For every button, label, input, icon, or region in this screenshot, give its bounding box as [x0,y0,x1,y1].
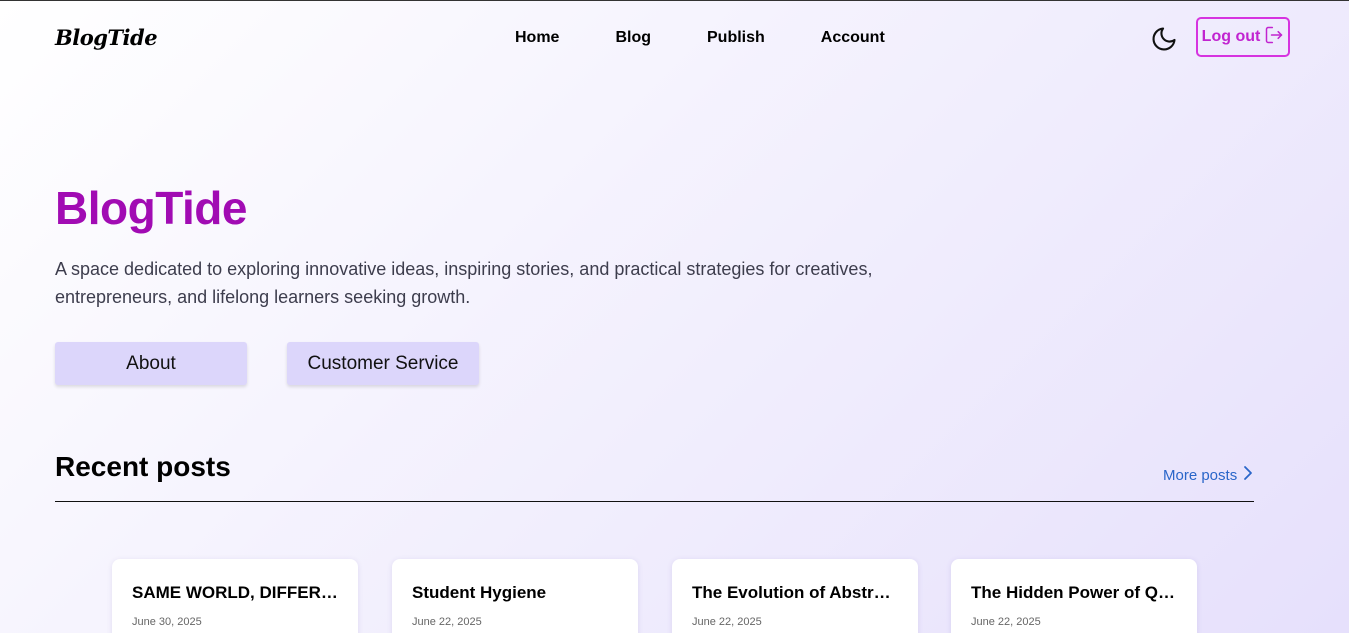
post-card[interactable]: Student Hygiene June 22, 2025 [392,559,638,633]
more-posts-link[interactable]: More posts [1163,465,1253,485]
more-posts-label: More posts [1163,466,1238,484]
post-date: June 22, 2025 [412,616,482,628]
site-logo[interactable]: BlogTide [55,25,158,50]
recent-posts-heading: Recent posts [55,451,231,482]
nav-blog-link[interactable]: Blog [615,29,651,47]
post-date: June 22, 2025 [692,616,762,628]
post-title: The Hidden Power of Quan... [971,583,1177,602]
section-divider [55,501,1254,502]
logout-button[interactable]: Log out [1196,17,1290,57]
post-date: June 30, 2025 [132,616,202,628]
post-title: SAME WORLD, DIFFERENT ... [132,583,338,602]
post-card[interactable]: The Evolution of Abstract ... June 22, 2… [672,559,918,633]
about-button[interactable]: About [55,342,247,385]
logout-icon [1264,25,1284,50]
post-card[interactable]: SAME WORLD, DIFFERENT ... June 30, 2025 [112,559,358,633]
nav-home-link[interactable]: Home [515,29,559,47]
customer-service-button[interactable]: Customer Service [287,342,479,385]
post-date: June 22, 2025 [971,616,1041,628]
site-header: BlogTide Home Blog Publish Account Log o… [0,1,1349,79]
hero-description: A space dedicated to exploring innovativ… [55,259,873,307]
main-nav: Home Blog Publish Account [515,29,941,47]
nav-account-link[interactable]: Account [821,29,885,47]
nav-publish-link[interactable]: Publish [707,29,765,47]
moon-icon[interactable] [1150,25,1178,53]
logout-label: Log out [1201,28,1261,45]
post-title: Student Hygiene [412,583,547,602]
post-card[interactable]: The Hidden Power of Quan... June 22, 202… [951,559,1197,633]
chevron-right-icon [1243,465,1253,485]
hero-title: BlogTide [55,182,247,234]
post-title: The Evolution of Abstract ... [692,583,898,602]
